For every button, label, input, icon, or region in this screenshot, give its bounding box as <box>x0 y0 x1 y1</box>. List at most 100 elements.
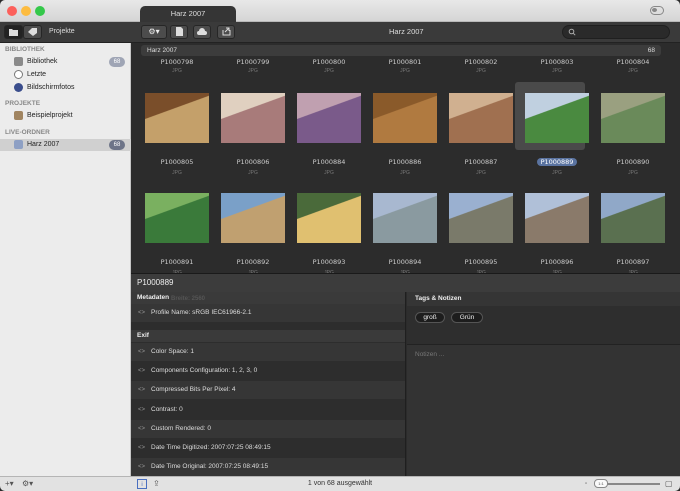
notes-field[interactable]: Notizen ... <box>407 344 680 477</box>
zoom-slider-knob[interactable]: 1:1 <box>594 479 608 488</box>
detail-panel: P1000889 Metadaten Breite: 2560 <> Profile… <box>131 273 680 477</box>
tags-notes-panel: Tags & Notizen groß Grün Notizen ... <box>407 292 680 477</box>
sidebar: BIBLIOTHEK Bibliothek 68 Letzte Bildschi… <box>0 43 131 476</box>
metadata-row[interactable]: <> Profile Name: sRGB IEC61966-2.1 <box>131 304 405 322</box>
folder-icon <box>9 29 18 36</box>
sidebar-item-screenshots[interactable]: Bildschirmfotos <box>0 82 131 94</box>
exif-row[interactable]: <> Date Time Original: 2007:07:25 08:49:1… <box>131 458 405 477</box>
photo-thumbnail[interactable] <box>221 93 285 143</box>
window-tab[interactable]: Harz 2007 <box>140 6 236 23</box>
project-icon <box>14 111 23 120</box>
photo-cell[interactable] <box>596 188 668 260</box>
tag-view-button[interactable] <box>23 25 42 39</box>
tag-gross[interactable]: groß <box>415 312 445 323</box>
photo-name: P1000805 <box>139 158 215 166</box>
photo-cell[interactable] <box>444 188 516 260</box>
action-menu-button[interactable]: ⚙▾ <box>141 25 167 39</box>
sidebar-item-label: Bildschirmfotos <box>27 84 75 91</box>
photo-thumbnail[interactable] <box>373 93 437 143</box>
exif-row[interactable]: <> Compressed Bits Per Pixel: 4 <box>131 381 405 400</box>
search-field[interactable] <box>562 25 670 39</box>
photo-name-text: P1000891 <box>160 258 194 266</box>
close-window-button[interactable] <box>7 6 17 16</box>
photo-type: JPG <box>172 68 182 74</box>
photo-cell[interactable] <box>140 88 212 160</box>
photo-thumbnail[interactable] <box>601 193 665 243</box>
photo-type: JPG <box>400 68 410 74</box>
photo-name-text: P1000894 <box>388 258 422 266</box>
photo-thumbnail[interactable] <box>297 93 361 143</box>
cloud-button[interactable] <box>193 25 211 39</box>
photo-cell[interactable] <box>292 88 364 160</box>
photo-name: P1000886 <box>367 158 443 166</box>
photo-name: P1000895 <box>443 258 519 266</box>
photo-name: P1000802 <box>464 58 498 66</box>
photo-type: JPG <box>552 68 562 74</box>
sidebar-item-harz-2007[interactable]: Harz 2007 68 <box>0 139 131 151</box>
expand-icon: <> <box>138 368 146 375</box>
exif-row-text: Compressed Bits Per Pixel: 4 <box>151 386 236 394</box>
photo-thumbnail[interactable] <box>525 93 589 143</box>
photo-cell[interactable] <box>444 88 516 160</box>
sidebar-item-label: Bibliothek <box>27 58 58 65</box>
exif-row[interactable]: <> Contrast: 0 <box>131 401 405 419</box>
new-document-button[interactable] <box>170 25 188 39</box>
photo-name: P1000892 <box>215 258 291 266</box>
expand-icon: <> <box>138 406 146 413</box>
photo-thumbnail[interactable] <box>373 193 437 243</box>
photo-cell[interactable] <box>520 88 592 160</box>
photo-type: JPG <box>324 170 334 176</box>
photo-name-text: P1000886 <box>388 158 422 166</box>
sidebar-item-recent[interactable]: Letzte <box>0 69 131 81</box>
exif-header: Exif <box>131 330 405 342</box>
count-badge: 68 <box>109 140 125 150</box>
gear-icon: ⚙▾ <box>148 27 160 36</box>
photo-name-text: P1000893 <box>312 258 346 266</box>
small-thumb-icon[interactable]: ▫ <box>585 479 587 489</box>
photo-cell[interactable] <box>520 188 592 260</box>
photo-thumbnail[interactable] <box>145 193 209 243</box>
count-badge: 68 <box>109 57 125 67</box>
photo-type: JPG <box>628 170 638 176</box>
exif-row-text: Components Configuration: 1, 2, 3, 0 <box>151 367 258 375</box>
photo-cell[interactable] <box>596 88 668 160</box>
photo-type: JPG <box>172 170 182 176</box>
exif-row[interactable]: <> Color Space: 1 <box>131 343 405 361</box>
photo-cell[interactable] <box>140 188 212 260</box>
minimize-window-button[interactable] <box>21 6 31 16</box>
toggle-icon[interactable] <box>650 6 664 15</box>
photo-thumbnail[interactable] <box>221 193 285 243</box>
exif-row[interactable]: <> Date Time Digitized: 2007:07:25 08:49:… <box>131 439 405 457</box>
expand-icon: <> <box>138 445 146 451</box>
photo-type: JPG <box>324 68 334 74</box>
photo-name-text: P1000884 <box>312 158 346 166</box>
photo-thumbnail[interactable] <box>145 93 209 143</box>
exif-row[interactable]: <> Custom Rendered: 0 <box>131 419 405 438</box>
zoom-window-button[interactable] <box>35 6 45 16</box>
photo-thumbnail[interactable] <box>297 193 361 243</box>
folder-view-button[interactable] <box>4 25 23 39</box>
photo-name-text: P1000805 <box>160 158 194 166</box>
exif-row[interactable]: <> Components Configuration: 1, 2, 3, 0 <box>131 362 405 380</box>
photo-cell[interactable] <box>292 188 364 260</box>
photo-cell[interactable] <box>216 88 288 160</box>
photo-thumbnail[interactable] <box>525 193 589 243</box>
tag-gruen[interactable]: Grün <box>451 312 483 323</box>
photo-thumbnail[interactable] <box>449 193 513 243</box>
search-icon <box>568 28 576 36</box>
sidebar-item-sample-project[interactable]: Beispielprojekt <box>0 110 131 122</box>
photo-cell[interactable] <box>216 188 288 260</box>
photo-name-text: P1000806 <box>236 158 270 166</box>
expand-icon: <> <box>138 425 146 432</box>
photo-name: P1000799 <box>236 58 270 66</box>
share-button[interactable] <box>217 25 235 39</box>
cloud-icon <box>197 28 207 35</box>
zoom-slider[interactable]: 1:1 <box>594 479 660 488</box>
photo-thumbnail[interactable] <box>449 93 513 143</box>
photo-cell[interactable] <box>368 188 440 260</box>
photo-thumbnail[interactable] <box>601 93 665 143</box>
photo-cell[interactable] <box>368 88 440 160</box>
photo-grid: Harz 2007 68 P1000798 JPG P1000799 JPG P1000… <box>131 43 680 273</box>
sidebar-item-library[interactable]: Bibliothek 68 <box>0 56 131 68</box>
large-thumb-icon[interactable]: ▢ <box>665 479 673 489</box>
